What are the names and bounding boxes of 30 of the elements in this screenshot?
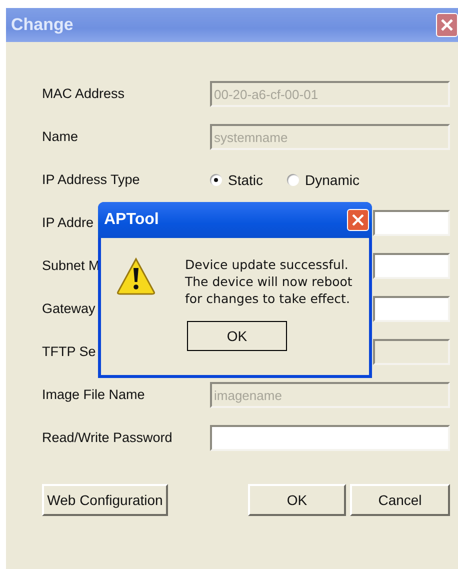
field-label: MAC Address (42, 86, 125, 101)
dialog-message: Device update successful. The device will now reboot for changes to take effect. (185, 256, 352, 307)
web-configuration-button[interactable]: Web Configuration (42, 484, 168, 516)
dialog-title: APTool (104, 211, 159, 229)
ok-button[interactable]: OK (187, 321, 287, 351)
field-label: Read/Write Password (42, 430, 172, 445)
warning-icon (115, 256, 157, 296)
window-title: Change (11, 15, 74, 35)
radio-label: Static (228, 172, 264, 188)
field-label: TFTP Se (42, 344, 96, 359)
radio-option[interactable]: Static (210, 172, 264, 188)
field-label: IP Addre (42, 215, 94, 230)
field-label: Name (42, 129, 78, 144)
close-icon (352, 214, 364, 226)
cancel-button[interactable]: Cancel (350, 484, 450, 516)
radio-button[interactable] (287, 174, 300, 186)
ok-button[interactable]: OK (248, 484, 346, 516)
text-field[interactable] (373, 210, 450, 236)
close-button[interactable] (436, 13, 458, 37)
text-field[interactable] (373, 296, 450, 322)
radio-option[interactable]: Dynamic (287, 172, 360, 188)
field-label: IP Address Type (42, 172, 140, 187)
text-field[interactable] (210, 425, 450, 451)
field-label: Image File Name (42, 387, 145, 402)
radio-label: Dynamic (305, 172, 360, 188)
field-label: Gateway (42, 301, 96, 316)
radio-button[interactable] (210, 174, 222, 186)
close-icon (440, 18, 454, 32)
text-field[interactable] (373, 253, 450, 279)
close-button[interactable] (347, 209, 369, 231)
